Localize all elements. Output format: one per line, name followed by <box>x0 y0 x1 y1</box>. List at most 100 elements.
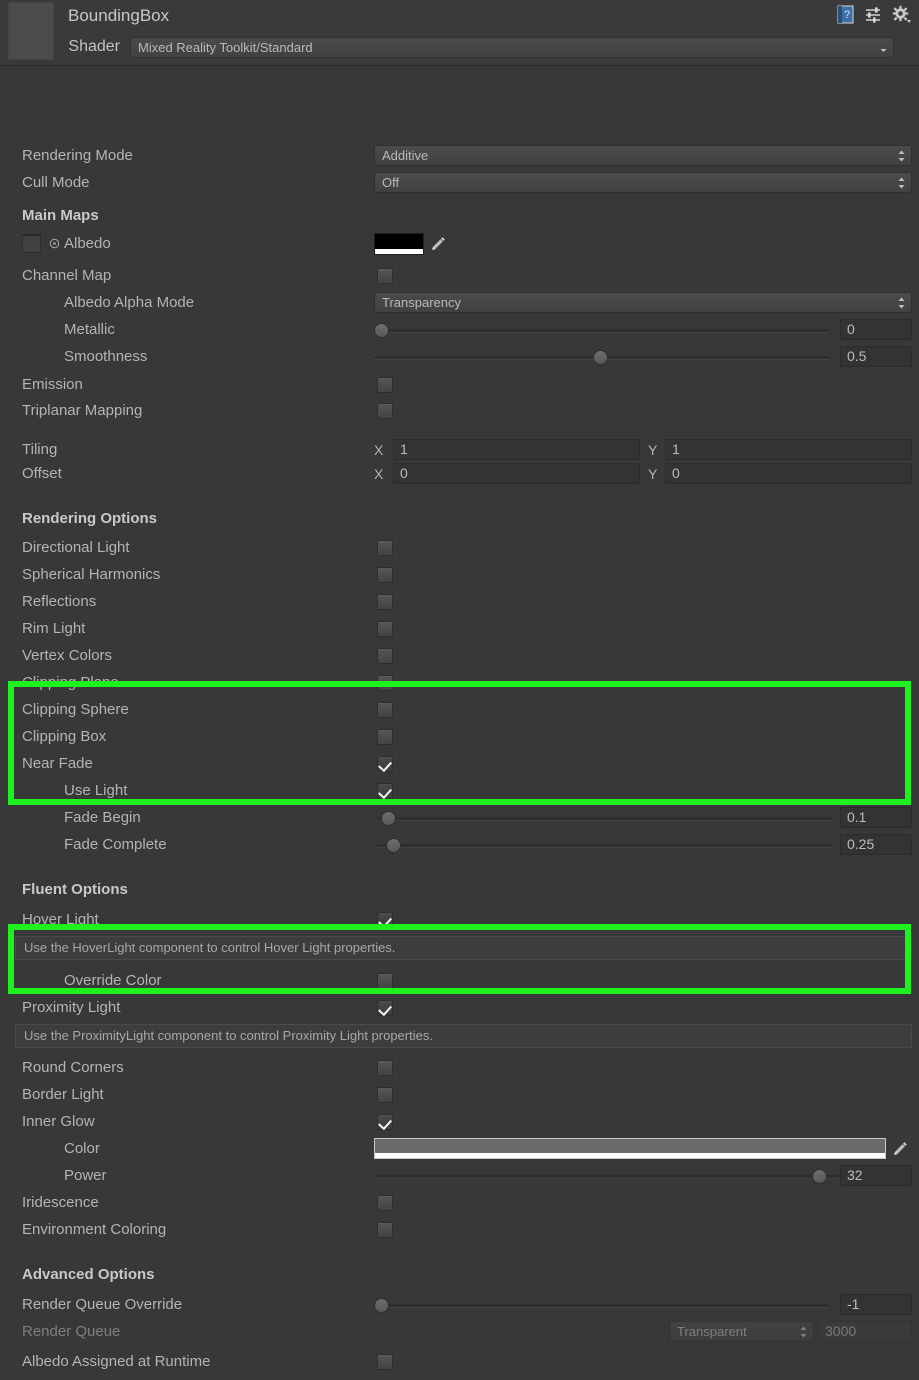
row-override-color: Override Color <box>0 967 919 994</box>
inner-glow-power-label: Power <box>64 1167 107 1184</box>
row-render-queue-override: Render Queue Override -1 <box>0 1291 919 1318</box>
proximity-light-checkbox[interactable] <box>377 999 393 1016</box>
row-cull-mode: Cull Mode Off <box>0 169 919 196</box>
reflections-label: Reflections <box>22 593 97 610</box>
tiling-y-field[interactable]: 1 <box>665 439 912 460</box>
override-color-checkbox[interactable] <box>377 972 393 989</box>
row-tiling: Tiling X 1 Y 1 <box>0 436 919 463</box>
clipping-plane-checkbox[interactable] <box>377 674 393 691</box>
clipping-sphere-checkbox[interactable] <box>377 701 393 718</box>
vertex-colors-checkbox[interactable] <box>377 647 393 664</box>
shader-row: Shader Mixed Reality Toolkit/Standard <box>0 34 919 60</box>
offset-x-label: X <box>374 465 384 482</box>
hover-light-help-text: Use the HoverLight component to control … <box>15 936 912 960</box>
fade-begin-value-field[interactable]: 0.1 <box>840 807 912 828</box>
albedo-alpha-mode-dropdown[interactable]: Transparency <box>374 292 912 313</box>
cull-mode-dropdown[interactable]: Off <box>374 172 912 193</box>
row-clipping-plane: Clipping Plane <box>0 669 919 696</box>
use-light-label: Use Light <box>64 782 128 799</box>
clipping-box-checkbox[interactable] <box>377 728 393 745</box>
inner-glow-checkbox[interactable] <box>377 1113 393 1130</box>
fluent-options-title: Fluent Options <box>22 881 128 898</box>
render-queue-select-value: Transparent <box>677 1324 747 1339</box>
use-light-checkbox[interactable] <box>377 782 393 799</box>
row-albedo: Albedo <box>0 230 919 257</box>
smoothness-label: Smoothness <box>64 348 148 365</box>
row-channel-map: Channel Map <box>0 262 919 289</box>
gear-icon[interactable] <box>892 5 911 24</box>
inner-glow-color-swatch[interactable] <box>374 1138 886 1159</box>
spherical-harmonics-label: Spherical Harmonics <box>22 566 161 583</box>
fade-complete-label: Fade Complete <box>64 836 167 853</box>
inner-glow-power-value-field[interactable]: 32 <box>840 1165 912 1186</box>
albedo-alpha-mode-value: Transparency <box>382 295 461 310</box>
round-corners-checkbox[interactable] <box>377 1059 393 1076</box>
shader-label: Shader <box>68 38 120 55</box>
updown-arrows-icon <box>898 150 905 161</box>
spherical-harmonics-checkbox[interactable] <box>377 566 393 583</box>
albedo-color-swatch[interactable] <box>374 232 424 255</box>
inner-glow-power-slider[interactable] <box>374 1167 840 1185</box>
border-light-checkbox[interactable] <box>377 1086 393 1103</box>
override-color-label: Override Color <box>64 972 162 989</box>
emission-checkbox[interactable] <box>377 376 393 393</box>
render-queue-override-label: Render Queue Override <box>22 1296 183 1313</box>
row-use-light: Use Light <box>0 777 919 804</box>
albedo-assigned-at-runtime-checkbox[interactable] <box>377 1353 393 1370</box>
channel-map-checkbox[interactable] <box>377 267 393 284</box>
reflections-checkbox[interactable] <box>377 593 393 610</box>
proximity-light-label: Proximity Light <box>22 999 121 1016</box>
row-emission: Emission <box>0 371 919 398</box>
render-queue-override-value-field[interactable]: -1 <box>840 1294 912 1315</box>
smoothness-value-field[interactable]: 0.5 <box>840 346 912 367</box>
row-clipping-box: Clipping Box <box>0 723 919 750</box>
iridescence-checkbox[interactable] <box>377 1194 393 1211</box>
rendering-mode-dropdown[interactable]: Additive <box>374 145 912 166</box>
metallic-value-field[interactable]: 0 <box>840 319 912 340</box>
border-light-label: Border Light <box>22 1086 104 1103</box>
section-main-maps: Main Maps <box>0 202 919 229</box>
chevron-down-icon <box>880 49 887 52</box>
row-round-corners: Round Corners <box>0 1054 919 1081</box>
section-advanced-options: Advanced Options <box>0 1261 919 1288</box>
row-albedo-alpha-mode: Albedo Alpha Mode Transparency <box>0 289 919 316</box>
near-fade-checkbox[interactable] <box>377 755 393 772</box>
eyedropper-icon[interactable] <box>430 235 447 252</box>
row-environment-coloring: Environment Coloring <box>0 1216 919 1243</box>
albedo-texture-slot[interactable] <box>22 234 41 253</box>
material-name: BoundingBox <box>68 6 170 25</box>
offset-label: Offset <box>22 465 62 482</box>
rendering-mode-value: Additive <box>382 148 429 163</box>
metallic-slider[interactable] <box>374 321 830 339</box>
fade-complete-slider[interactable] <box>377 836 833 854</box>
fade-begin-slider[interactable] <box>377 809 833 827</box>
row-render-queue: Render Queue Transparent 3000 <box>0 1318 919 1345</box>
hover-light-checkbox[interactable] <box>377 911 393 928</box>
target-icon <box>49 238 60 249</box>
cull-mode-value: Off <box>382 175 400 190</box>
tiling-x-field[interactable]: 1 <box>393 439 640 460</box>
directional-light-label: Directional Light <box>22 539 130 556</box>
render-queue-value-field: 3000 <box>818 1321 912 1342</box>
rim-light-checkbox[interactable] <box>377 620 393 637</box>
eyedropper-icon[interactable] <box>892 1140 909 1157</box>
preset-icon[interactable] <box>864 5 883 24</box>
row-rim-light: Rim Light <box>0 615 919 642</box>
environment-coloring-label: Environment Coloring <box>22 1221 167 1238</box>
environment-coloring-checkbox[interactable] <box>377 1221 393 1238</box>
fade-complete-value-field[interactable]: 0.25 <box>840 834 912 855</box>
row-iridescence: Iridescence <box>0 1189 919 1216</box>
offset-y-field[interactable]: 0 <box>665 463 912 484</box>
render-queue-override-slider[interactable] <box>374 1296 830 1314</box>
clipping-sphere-label: Clipping Sphere <box>22 701 129 718</box>
fade-begin-label: Fade Begin <box>64 809 141 826</box>
shader-dropdown[interactable]: Mixed Reality Toolkit/Standard <box>130 36 894 58</box>
smoothness-slider[interactable] <box>374 348 830 366</box>
row-near-fade: Near Fade <box>0 750 919 777</box>
offset-x-field[interactable]: 0 <box>393 463 640 484</box>
triplanar-mapping-checkbox[interactable] <box>377 402 393 419</box>
iridescence-label: Iridescence <box>22 1194 99 1211</box>
help-icon[interactable]: ? <box>836 5 855 24</box>
directional-light-checkbox[interactable] <box>377 539 393 556</box>
metallic-label: Metallic <box>64 321 115 338</box>
